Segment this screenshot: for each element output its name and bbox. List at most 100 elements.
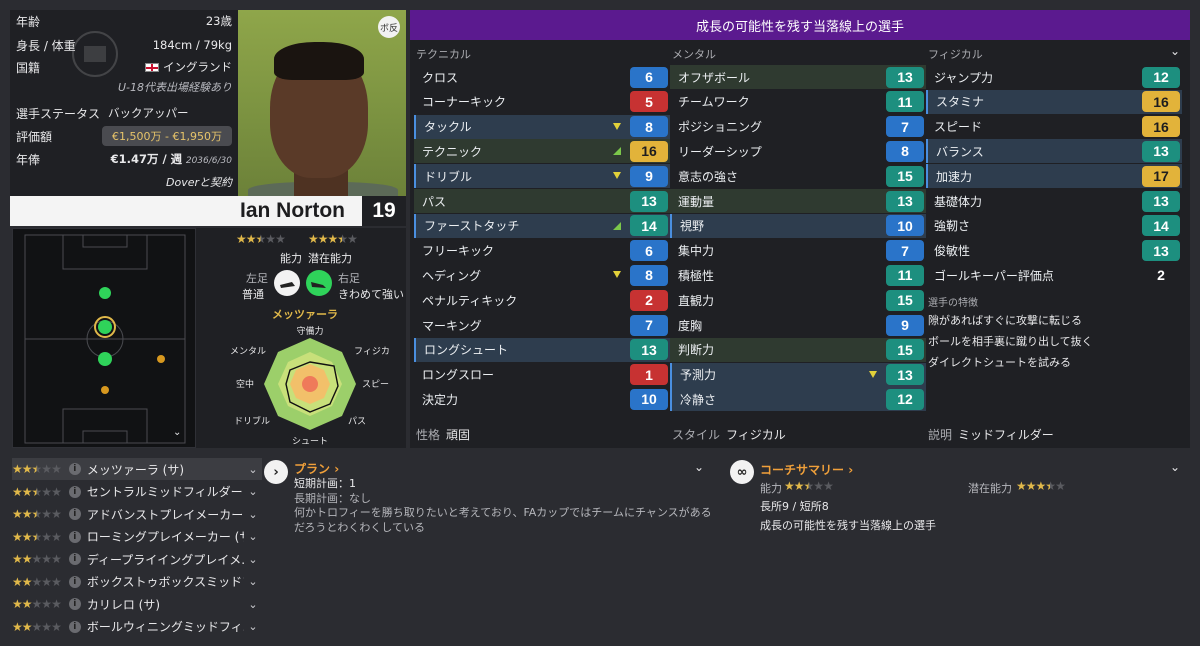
right-foot-label: 右足 [338,272,360,285]
attribute-row[interactable]: 冷静さ 12 [670,387,926,412]
attribute-row[interactable]: 俊敏性 13 [926,239,1182,263]
attribute-value: 11 [886,264,924,286]
attribute-row[interactable]: 視野 10 [670,213,926,238]
size-row: 身長 / 体重 184cm / 79kg [16,36,232,54]
attribute-value: 13 [886,190,924,212]
size-label: 身長 / 体重 [16,38,76,53]
attribute-row[interactable]: 強靭さ 14 [926,214,1182,238]
personality-label: 性格 [416,428,441,442]
position-pitch[interactable]: ⌄ [12,228,196,448]
chevron-down-icon[interactable]: ⌄ [244,463,262,476]
attribute-row[interactable]: ロングスロー 1 [414,363,670,387]
attribute-row[interactable]: 決定力 10 [414,387,670,411]
attribute-row[interactable]: テクニック 16 [414,139,670,164]
attribute-row[interactable]: タックル 8 [414,114,670,139]
trend-down-icon [613,172,621,180]
potential-label: 潜在能力 [308,252,352,265]
chevron-down-icon[interactable]: ⌄ [244,485,262,498]
info-icon[interactable]: i [68,598,81,610]
attribute-row[interactable]: ドリブル 9 [414,164,670,189]
attribute-row[interactable]: 意志の強さ 15 [670,164,926,188]
attribute-row[interactable]: スピード 16 [926,115,1182,139]
attribute-row[interactable]: オフザボール 13 [670,65,926,89]
attribute-value: 5 [630,91,668,113]
role-row[interactable]: ★★★★★ i ディープライイングプレイメ... ⌄ [12,548,262,570]
role-row[interactable]: ★★★★★ i ローミングプレイメーカー (サ) ⌄ [12,526,262,548]
attribute-row[interactable]: バランス 13 [926,139,1182,164]
binoculars-icon[interactable]: ∞ [730,460,754,484]
attribute-name: ジャンプ力 [934,70,994,85]
attribute-row[interactable]: ゴールキーパー評価点 2 [926,263,1182,287]
wage-label: 年俸 [16,152,41,167]
chevron-down-icon[interactable]: ⌄ [244,620,262,633]
trait-item: ダイレクトシュートを試みる [928,356,1071,369]
role-label: アドバンストプレイメーカー (... [86,507,244,522]
attribute-name: クロス [422,70,459,85]
role-row[interactable]: ★★★★★ i セントラルミッドフィルダー (...⌄ [12,481,262,503]
attribute-name: 加速力 [936,169,973,184]
radar-label: 守備力 [296,325,323,337]
chevron-down-icon[interactable]: ⌄ [244,553,262,566]
attribute-value: 10 [630,388,668,410]
attribute-row[interactable]: ポジショニング 7 [670,115,926,139]
attribute-row[interactable]: フリーキック 6 [414,239,670,263]
coach-title[interactable]: コーチサマリー › [760,461,853,478]
attribute-row[interactable]: ヘディング 8 [414,263,670,287]
attribute-value: 16 [1142,91,1180,113]
role-row[interactable]: ★★★★★ i ボックストゥボックスミッドフ...⌄ [12,571,262,593]
attribute-row[interactable]: マーキング 7 [414,313,670,337]
attribute-row[interactable]: 直観力 15 [670,288,926,312]
role-row[interactable]: ★★★★★ i カリレロ (サ) ⌄ [12,593,262,615]
attribute-row[interactable]: スタミナ 16 [926,89,1182,114]
attribute-name: ファーストタッチ [424,219,520,234]
chevron-down-icon[interactable]: ⌄ [694,460,704,474]
chevron-down-icon[interactable]: ⌄ [244,598,262,611]
chevron-down-icon[interactable]: ⌄ [1170,44,1180,58]
wage-row: 年俸 €1.47万 / 週 2036/6/30 [16,150,232,168]
attribute-row[interactable]: 集中力 7 [670,239,926,263]
attribute-row[interactable]: 予測力 13 [670,362,926,387]
attribute-row[interactable]: ジャンプ力 12 [926,65,1182,89]
role-row[interactable]: ★★★★★ i アドバンストプレイメーカー (...⌄ [12,503,262,525]
info-icon[interactable]: i [68,530,81,543]
attribute-row[interactable]: 加速力 17 [926,164,1182,189]
attribute-row[interactable]: ファーストタッチ 14 [414,213,670,238]
chevron-down-icon[interactable]: ⌄ [244,508,262,521]
attribute-row[interactable]: ロングシュート 13 [414,337,670,362]
attribute-row[interactable]: コーナーキック 5 [414,90,670,114]
chevron-right-icon[interactable]: › [264,460,288,484]
attribute-name: チームワーク [678,95,750,110]
attribute-name: 強靭さ [934,219,971,234]
attribute-value: 11 [886,91,924,113]
attribute-value: 13 [886,364,924,386]
attribute-name: コーナーキック [422,95,507,110]
attribute-row[interactable]: パス 13 [414,189,670,213]
attribute-row[interactable]: 判断力 15 [670,337,926,362]
attribute-row[interactable]: 積極性 11 [670,263,926,287]
info-icon[interactable]: i [68,463,81,475]
info-icon[interactable]: i [68,485,81,498]
potential-stars: ★★★★★ [308,232,358,246]
chevron-down-icon[interactable]: ⌄ [1170,460,1180,474]
attribute-row[interactable]: クロス 6 [414,65,670,89]
pitch-diagram: ⌄ [24,234,186,444]
attribute-row[interactable]: 運動量 13 [670,189,926,213]
radar-label: スピード [362,379,390,390]
attribute-row[interactable]: チームワーク 11 [670,90,926,114]
right-foot-value: きわめて強い [338,288,404,301]
radar-label: 空中 [236,378,254,390]
attribute-row[interactable]: 基礎体力 13 [926,189,1182,213]
info-icon[interactable]: i [68,620,81,633]
role-stars: ★★★★★ [12,574,62,589]
attribute-row[interactable]: リーダーシップ 8 [670,139,926,163]
info-icon[interactable]: i [68,553,81,565]
attribute-row[interactable]: 度胸 9 [670,313,926,337]
chevron-down-icon[interactable]: ⌄ [244,530,262,543]
chevron-down-icon[interactable]: ⌄ [244,575,262,588]
role-row[interactable]: ★★★★★ i メッツァーラ (サ) ⌄ [12,458,262,480]
attribute-row[interactable]: ペナルティキック 2 [414,288,670,312]
role-row[interactable]: ★★★★★ i ボールウィニングミッドフィ... ⌄ [12,616,262,638]
info-icon[interactable]: i [68,508,81,520]
coach-summary-panel: ∞ コーチサマリー › ⌄ 能力 ★★★★★ 潜在能力 ★★★★★ 長所9 / … [726,456,1190,542]
info-icon[interactable]: i [68,575,81,588]
